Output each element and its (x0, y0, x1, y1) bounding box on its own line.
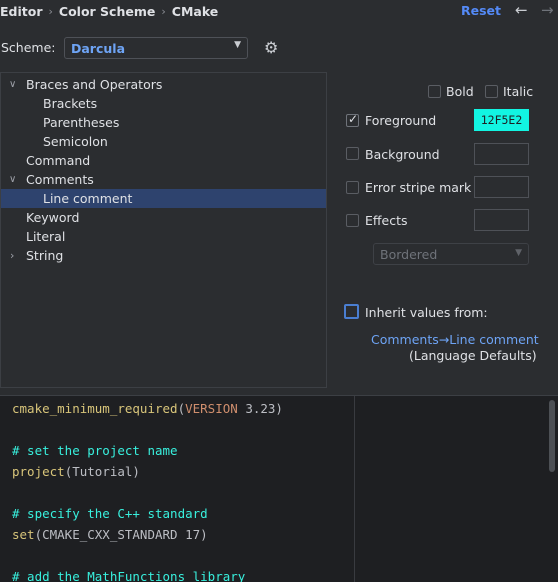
chevron-right-icon[interactable]: › (10, 249, 14, 262)
foreground-label: Foreground (365, 113, 437, 128)
chevron-down-icon: ▼ (515, 248, 522, 258)
checkmark-icon: ✓ (348, 112, 359, 126)
inherit-source-link[interactable]: Comments→Line comment (371, 332, 539, 347)
effects-label: Effects (365, 213, 408, 228)
bold-label: Bold (446, 84, 474, 99)
tree-item-braces-and-operators[interactable]: ∨ Braces and Operators (1, 75, 326, 94)
bold-checkbox[interactable] (428, 85, 441, 98)
effects-checkbox[interactable] (346, 214, 359, 227)
forward-arrow-icon[interactable]: → (541, 1, 554, 19)
tree-item-parentheses[interactable]: Parentheses (1, 113, 326, 132)
element-tree: ∨ Braces and Operators Brackets Parenthe… (0, 72, 327, 388)
effects-color-swatch[interactable] (474, 209, 529, 231)
background-checkbox[interactable] (346, 147, 359, 160)
italic-label: Italic (503, 84, 534, 99)
effects-style-value: Bordered (380, 246, 438, 262)
tree-item-label: Braces and Operators (26, 77, 163, 92)
background-color-swatch[interactable] (474, 143, 529, 165)
scheme-dropdown[interactable]: Darcula ▼ (64, 37, 248, 59)
chevron-right-icon: › (48, 4, 53, 18)
tree-item-label: Line comment (43, 191, 133, 206)
chevron-right-icon: › (161, 4, 166, 18)
italic-checkbox[interactable] (485, 85, 498, 98)
code-line: # set the project name (12, 443, 178, 458)
code-line: cmake_minimum_required(VERSION 3.23) (12, 401, 283, 416)
error-stripe-checkbox[interactable] (346, 181, 359, 194)
breadcrumb-item-editor[interactable]: Editor (0, 4, 43, 19)
chevron-down-icon[interactable]: ∨ (9, 79, 16, 90)
inherit-checkbox[interactable] (344, 304, 359, 319)
code-line: # add the MathFunctions library (12, 569, 245, 582)
code-line: project(Tutorial) (12, 464, 140, 479)
code-text: 3.23) (237, 401, 283, 416)
tree-item-label: String (26, 248, 64, 263)
breadcrumb: Editor › Color Scheme › CMake (0, 3, 218, 19)
code-text: (Tutorial) (64, 464, 140, 479)
tree-item-literal[interactable]: Literal (1, 227, 326, 246)
breadcrumb-item-color-scheme[interactable]: Color Scheme (59, 4, 155, 19)
tree-item-brackets[interactable]: Brackets (1, 94, 326, 113)
code-comment: # add the MathFunctions library (12, 569, 246, 582)
code-command: cmake_minimum_required (12, 401, 178, 416)
breadcrumb-item-cmake: CMake (171, 3, 219, 19)
back-arrow-icon[interactable]: ← (515, 1, 528, 19)
code-text: (CMAKE_CXX_STANDARD 17) (34, 527, 208, 542)
chevron-down-icon[interactable]: ∨ (9, 174, 16, 185)
tree-item-label: Literal (26, 229, 66, 244)
gear-icon[interactable]: ⚙ (264, 38, 278, 57)
code-command: project (12, 464, 65, 479)
code-comment: # specify the C++ standard (12, 506, 208, 521)
code-preview[interactable]: cmake_minimum_required(VERSION 3.23) # s… (0, 395, 558, 582)
tree-item-label: Brackets (43, 96, 98, 111)
tree-item-semicolon[interactable]: Semicolon (1, 132, 326, 151)
background-label: Background (365, 147, 440, 162)
code-line: # specify the C++ standard (12, 506, 208, 521)
tree-item-label: Comments (26, 172, 94, 187)
inherit-source-scope: (Language Defaults) (409, 348, 537, 363)
chevron-down-icon: ▼ (234, 40, 241, 50)
code-comment: # set the project name (12, 443, 178, 458)
tree-item-label: Parentheses (43, 115, 120, 130)
code-text: ( (177, 401, 186, 416)
tree-item-command[interactable]: Command (1, 151, 326, 170)
effects-style-dropdown[interactable]: Bordered ▼ (373, 243, 529, 265)
tree-item-label: Command (26, 153, 91, 168)
code-command: set (12, 527, 35, 542)
tree-item-line-comment[interactable]: Line comment (1, 189, 326, 208)
tree-item-comments[interactable]: ∨ Comments (1, 170, 326, 189)
tree-item-label: Semicolon (43, 134, 108, 149)
tree-item-keyword[interactable]: Keyword (1, 208, 326, 227)
reset-link[interactable]: Reset (461, 3, 501, 18)
code-line: set(CMAKE_CXX_STANDARD 17) (12, 527, 208, 542)
right-margin-guide (354, 396, 355, 582)
error-stripe-color-swatch[interactable] (474, 176, 529, 198)
error-stripe-label: Error stripe mark (365, 180, 472, 195)
foreground-checkbox[interactable]: ✓ (346, 112, 359, 127)
scheme-value: Darcula (71, 40, 126, 56)
inherit-label: Inherit values from: (365, 305, 488, 320)
code-keyword: VERSION (185, 401, 238, 416)
tree-item-label: Keyword (26, 210, 80, 225)
foreground-color-swatch[interactable]: 12F5E2 (474, 109, 529, 131)
tree-item-string[interactable]: › String (1, 246, 326, 265)
preview-scrollbar[interactable] (549, 400, 555, 472)
scheme-label: Scheme: (1, 40, 56, 55)
